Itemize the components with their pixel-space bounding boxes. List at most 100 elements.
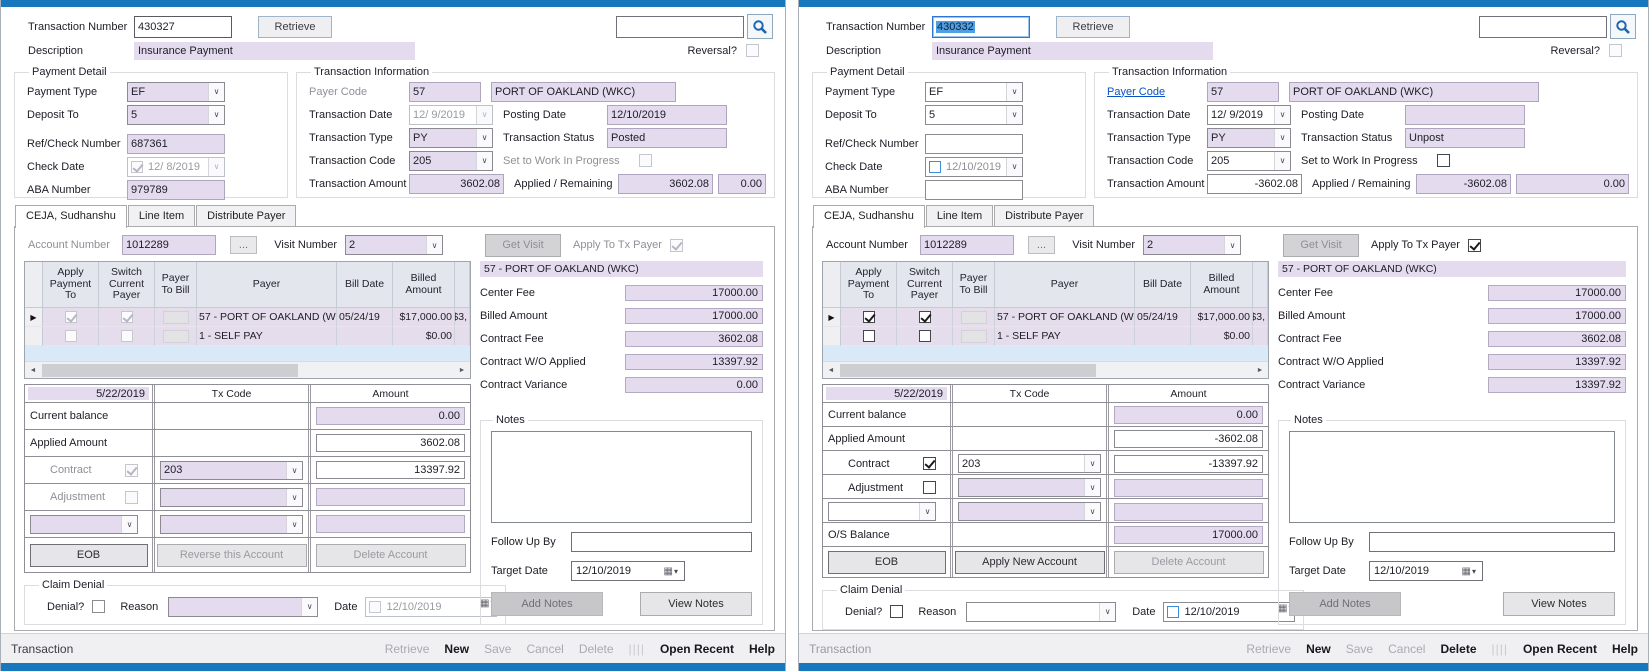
switch-payer-checkbox[interactable] [121, 330, 133, 342]
grid-row-1[interactable]: ▶ 57 - PORT OF OAKLAND (WK 05/24/19 $17,… [25, 308, 470, 327]
follow-up-by-input[interactable] [1369, 532, 1615, 552]
payer-to-bill-cell[interactable] [961, 311, 987, 324]
status-new[interactable]: New [1306, 642, 1331, 656]
extra-code-select[interactable]: ∨ [958, 502, 1101, 521]
reason-select[interactable]: ∨ [966, 602, 1116, 622]
transaction-amount-field[interactable]: -3602.08 [1207, 174, 1302, 194]
scrollbar-thumb[interactable] [840, 364, 1096, 377]
denial-checkbox[interactable] [890, 605, 903, 618]
status-save[interactable]: Save [484, 642, 511, 656]
grid-row-2[interactable]: 1 - SELF PAY $0.00 [25, 327, 470, 346]
apply-payment-checkbox[interactable] [65, 311, 77, 323]
status-help[interactable]: Help [1612, 642, 1638, 656]
browse-account-button[interactable]: ... [1028, 236, 1055, 254]
scroll-left-icon[interactable]: ◄ [823, 367, 839, 374]
check-date-checkbox[interactable] [929, 161, 941, 173]
target-date-picker[interactable]: 12/10/2019▦▾ [571, 561, 685, 581]
grid-row-2[interactable]: 1 - SELF PAY $0.00 [823, 327, 1268, 346]
apply-payment-checkbox[interactable] [65, 330, 77, 342]
scroll-left-icon[interactable]: ◄ [25, 367, 41, 374]
status-retrieve[interactable]: Retrieve [1246, 642, 1291, 656]
contract-amount-field[interactable]: 13397.92 [316, 461, 465, 479]
transaction-type-select[interactable]: PY∨ [409, 128, 493, 148]
status-save[interactable]: Save [1346, 642, 1373, 656]
delete-account-button[interactable]: Delete Account [316, 544, 466, 567]
scroll-right-icon[interactable]: ► [454, 367, 470, 374]
denial-date-picker[interactable]: 12/10/2019▦▾ [1163, 602, 1295, 622]
contract-checkbox[interactable] [125, 464, 138, 477]
status-delete[interactable]: Delete [1440, 642, 1476, 656]
search-button[interactable] [747, 14, 773, 39]
grid-row-1[interactable]: ▶ 57 - PORT OF OAKLAND (WK 05/24/19 $17,… [823, 308, 1268, 327]
transaction-code-select[interactable]: 205∨ [409, 151, 493, 171]
payment-type-select[interactable]: EF∨ [925, 82, 1023, 102]
denial-checkbox[interactable] [92, 600, 105, 613]
eob-button[interactable]: EOB [828, 551, 946, 574]
applied-amount-field[interactable]: -3602.08 [1114, 430, 1263, 448]
add-notes-button[interactable]: Add Notes [1289, 592, 1401, 616]
switch-payer-checkbox[interactable] [121, 311, 133, 323]
check-date-picker[interactable]: 12/10/2019∨ [925, 157, 1023, 177]
transaction-code-select[interactable]: 205∨ [1207, 151, 1291, 171]
adjustment-code-select[interactable]: ∨ [958, 478, 1101, 497]
status-cancel[interactable]: Cancel [1388, 642, 1425, 656]
view-notes-button[interactable]: View Notes [640, 592, 752, 616]
eob-button[interactable]: EOB [30, 544, 148, 567]
tab-distribute-payer[interactable]: Distribute Payer [994, 205, 1094, 226]
payer-code-link[interactable]: Payer Code [1107, 86, 1207, 98]
aba-number-input[interactable] [925, 180, 1023, 200]
target-date-picker[interactable]: 12/10/2019▦▾ [1369, 561, 1483, 581]
retrieve-button[interactable]: Retrieve [1056, 16, 1130, 38]
search-input[interactable] [616, 16, 744, 38]
apply-to-tx-payer-checkbox[interactable] [670, 239, 683, 252]
horizontal-scrollbar[interactable]: ◄ ► [25, 361, 470, 378]
switch-payer-checkbox[interactable] [919, 311, 931, 323]
visit-number-select[interactable]: 2∨ [345, 235, 443, 255]
transaction-number-input[interactable]: 430327 [134, 16, 232, 38]
notes-textarea[interactable] [491, 431, 752, 523]
ref-check-number-input[interactable] [925, 134, 1023, 154]
status-help[interactable]: Help [749, 642, 775, 656]
tab-line-item[interactable]: Line Item [926, 205, 993, 226]
adjustment-checkbox[interactable] [125, 491, 138, 504]
status-open-recent[interactable]: Open Recent [660, 642, 734, 656]
extra-code-select[interactable]: ∨ [160, 515, 303, 534]
switch-payer-checkbox[interactable] [919, 330, 931, 342]
tab-distribute-payer[interactable]: Distribute Payer [196, 205, 296, 226]
notes-textarea[interactable] [1289, 431, 1615, 523]
contract-amount-field[interactable]: -13397.92 [1114, 455, 1263, 473]
extra-type-select[interactable]: ∨ [828, 502, 936, 521]
transaction-number-input[interactable]: 430332 [932, 16, 1030, 38]
follow-up-by-input[interactable] [571, 532, 752, 552]
apply-new-account-button[interactable]: Apply New Account [955, 551, 1105, 574]
visit-number-select[interactable]: 2∨ [1143, 235, 1241, 255]
reverse-account-button[interactable]: Reverse this Account [157, 544, 307, 567]
payment-type-select[interactable]: EF∨ [127, 82, 225, 102]
reversal-checkbox[interactable] [746, 44, 759, 57]
denial-date-checkbox[interactable] [1167, 606, 1179, 618]
payer-to-bill-cell[interactable] [163, 311, 189, 324]
deposit-to-select[interactable]: 5∨ [925, 105, 1023, 125]
delete-account-button[interactable]: Delete Account [1114, 551, 1264, 574]
applied-amount-field[interactable]: 3602.08 [316, 434, 465, 452]
scrollbar-thumb[interactable] [42, 364, 298, 377]
contract-code-select[interactable]: 203∨ [160, 461, 303, 480]
status-retrieve[interactable]: Retrieve [385, 642, 430, 656]
search-button[interactable] [1610, 14, 1636, 39]
search-input[interactable] [1479, 16, 1607, 38]
tab-patient[interactable]: CEJA, Sudhanshu [813, 205, 925, 228]
scroll-right-icon[interactable]: ► [1252, 367, 1268, 374]
adjustment-checkbox[interactable] [923, 481, 936, 494]
contract-code-select[interactable]: 203∨ [958, 454, 1101, 473]
apply-payment-checkbox[interactable] [863, 330, 875, 342]
set-to-wip-checkbox[interactable] [1437, 154, 1450, 167]
transaction-date-picker[interactable]: 12/ 9/2019∨ [1207, 105, 1291, 125]
transaction-type-select[interactable]: PY∨ [1207, 128, 1291, 148]
get-visit-button[interactable]: Get Visit [485, 234, 561, 257]
horizontal-scrollbar[interactable]: ◄ ► [823, 361, 1268, 378]
apply-to-tx-payer-checkbox[interactable] [1468, 239, 1481, 252]
browse-account-button[interactable]: ... [230, 236, 257, 254]
set-to-wip-checkbox[interactable] [639, 154, 652, 167]
adjustment-code-select[interactable]: ∨ [160, 488, 303, 507]
tab-patient[interactable]: CEJA, Sudhanshu [15, 205, 127, 228]
